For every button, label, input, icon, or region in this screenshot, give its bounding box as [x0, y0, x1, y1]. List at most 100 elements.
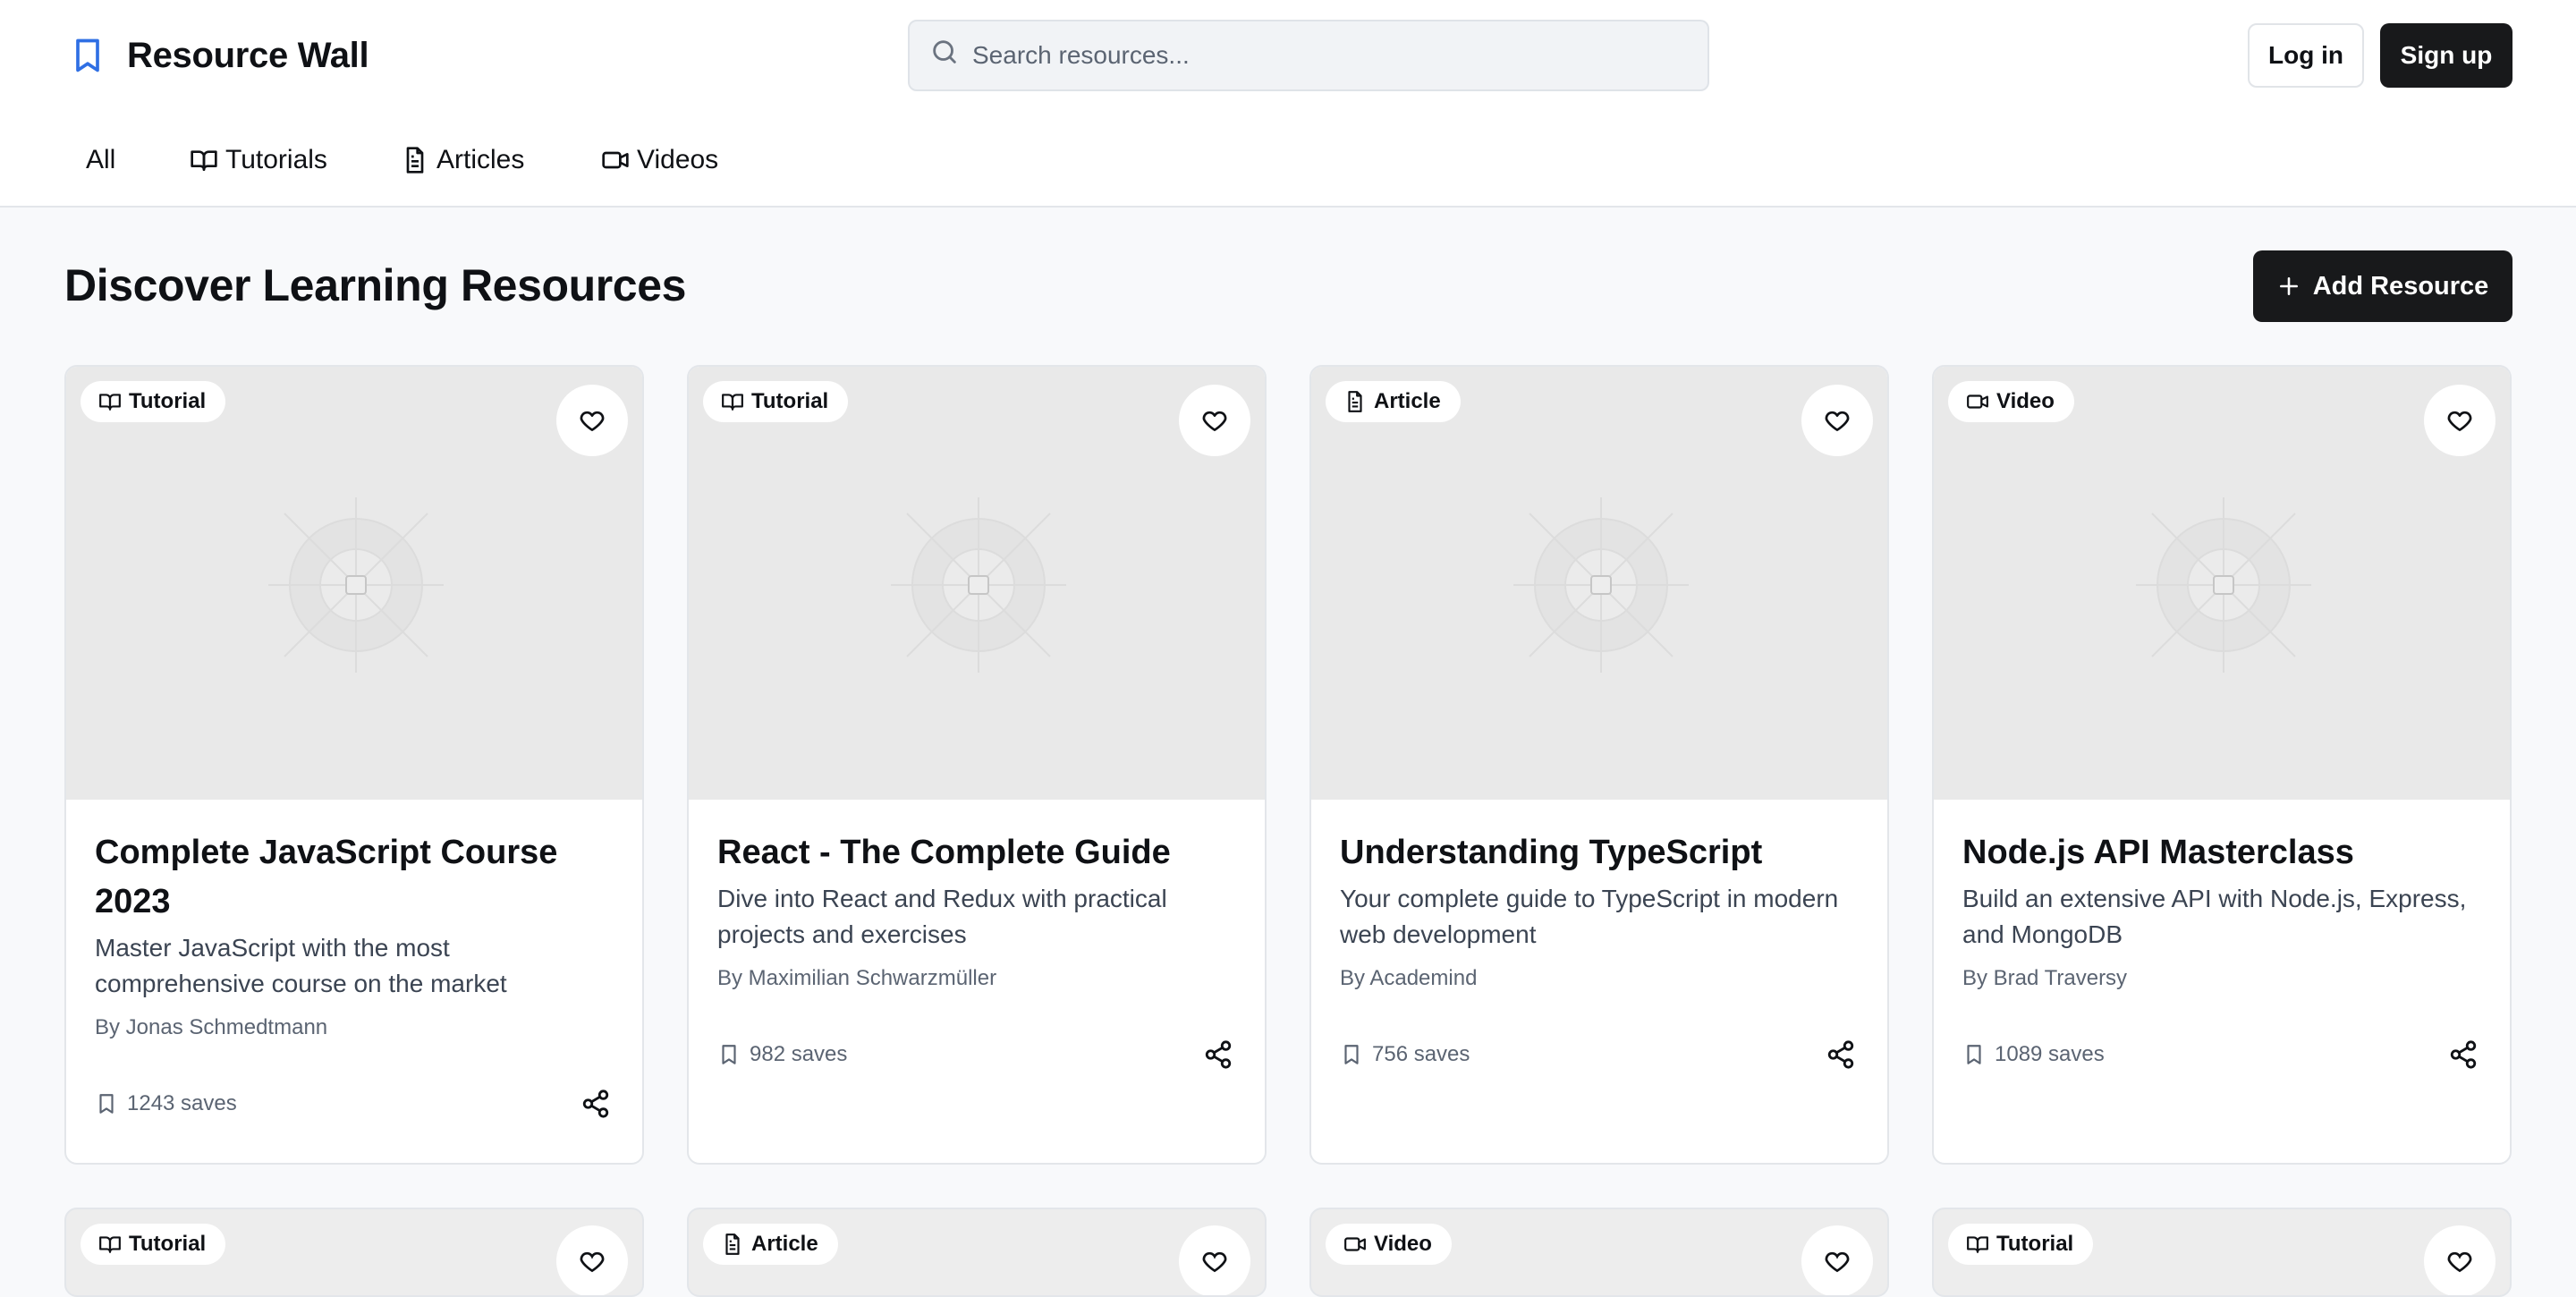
video-icon [602, 151, 629, 169]
card-description: Master JavaScript with the most comprehe… [95, 934, 507, 997]
card-title[interactable]: Node.js API Masterclass [1962, 828, 2481, 877]
heart-icon [2447, 411, 2472, 431]
type-badge: Tutorial [1948, 1224, 2094, 1265]
card-title[interactable]: Complete JavaScript Course 2023 [95, 828, 614, 927]
bookmark-icon [1344, 1045, 1359, 1064]
type-badge: Video [1948, 381, 2074, 422]
share-button[interactable] [1823, 1037, 1859, 1072]
card-body: Understanding TypeScript Your complete g… [1340, 828, 1859, 1072]
login-button[interactable]: Log in [2248, 23, 2364, 88]
save-count: 1089 saves [1962, 1042, 2105, 1067]
resource-card[interactable]: Video Node.js API Masterclass Build an e… [1932, 365, 2512, 1165]
favorite-button[interactable] [556, 1225, 628, 1295]
nav-item-all[interactable]: All [86, 138, 115, 182]
heart-icon [1202, 411, 1227, 431]
type-badge-label: Article [751, 1232, 818, 1256]
share-icon [1827, 1040, 1854, 1069]
resource-card[interactable]: Tutorial Complete JavaScript Course 2023… [64, 365, 644, 1165]
app-logo[interactable]: Resource Wall [68, 34, 369, 77]
card-title[interactable]: React - The Complete Guide [717, 828, 1236, 877]
card-thumbnail: Article [1311, 367, 1887, 800]
nav-item-label: Articles [436, 145, 525, 174]
type-badge-label: Tutorial [129, 389, 207, 413]
card-footer: 1089 saves [1962, 1037, 2481, 1072]
favorite-button[interactable] [556, 385, 628, 456]
card-description: Dive into React and Redux with practical… [717, 885, 1167, 948]
card-footer: 756 saves [1340, 1037, 1859, 1072]
favorite-button[interactable] [1179, 1225, 1250, 1295]
card-title[interactable]: Understanding TypeScript [1340, 828, 1859, 877]
card-author: By Maximilian Schwarzmüller [717, 966, 997, 990]
type-badge: Tutorial [80, 381, 226, 422]
card-body: Node.js API Masterclass Build an extensi… [1962, 828, 2481, 1072]
nav-item-tutorials[interactable]: Tutorials [190, 138, 327, 182]
bookmark-icon [1967, 1045, 1981, 1064]
type-badge: Article [703, 1224, 838, 1265]
card-body: Complete JavaScript Course 2023 Master J… [95, 828, 614, 1122]
favorite-button[interactable] [2424, 385, 2496, 456]
save-count-label: 982 saves [750, 1042, 848, 1066]
image-placeholder-icon [1513, 497, 1689, 673]
share-button[interactable] [2445, 1037, 2481, 1072]
type-badge: Tutorial [80, 1224, 226, 1265]
bookmark-logo-icon [76, 38, 99, 72]
nav-item-videos[interactable]: Videos [601, 138, 718, 182]
share-button[interactable] [578, 1086, 614, 1122]
type-badge: Tutorial [703, 381, 849, 422]
top-header: Resource Wall Log in Sign up [0, 0, 2576, 111]
image-placeholder-icon [2136, 497, 2311, 673]
search-input[interactable] [972, 41, 1688, 70]
search-box[interactable] [908, 20, 1709, 91]
add-resource-button[interactable]: Add Resource [2253, 250, 2512, 322]
share-icon [1205, 1040, 1232, 1069]
resource-card[interactable]: Video [1309, 1208, 1889, 1297]
resource-card[interactable]: Tutorial [64, 1208, 644, 1297]
signup-button[interactable]: Sign up [2380, 23, 2512, 88]
favorite-button[interactable] [1801, 1225, 1873, 1295]
app-title: Resource Wall [127, 35, 369, 75]
nav-item-label: Videos [637, 145, 719, 174]
save-count: 756 saves [1340, 1042, 1470, 1067]
share-icon [2450, 1040, 2477, 1069]
type-badge: Video [1326, 1224, 1452, 1265]
book-open-icon [722, 394, 743, 411]
card-footer: 982 saves [717, 1037, 1236, 1072]
favorite-button[interactable] [1179, 385, 1250, 456]
card-description: Build an extensive API with Node.js, Exp… [1962, 885, 2467, 948]
plus-icon [2279, 277, 2298, 295]
save-count: 1243 saves [95, 1091, 237, 1116]
save-count: 982 saves [717, 1042, 847, 1067]
nav-item-label: Tutorials [225, 145, 327, 174]
file-text-icon [1348, 391, 1362, 412]
book-open-icon [99, 1236, 121, 1253]
heart-icon [580, 411, 605, 431]
card-author: By Academind [1340, 966, 1478, 990]
resource-card[interactable]: Tutorial [1932, 1208, 2512, 1297]
add-resource-label: Add Resource [2312, 271, 2489, 301]
card-body: React - The Complete Guide Dive into Rea… [717, 828, 1236, 1072]
card-thumbnail: Video [1934, 367, 2510, 800]
favorite-button[interactable] [1801, 385, 1873, 456]
card-author: By Jonas Schmedtmann [95, 1015, 328, 1039]
category-nav: All Tutorials Articles Videos [0, 111, 2576, 208]
card-description: Your complete guide to TypeScript in mod… [1340, 885, 1839, 948]
card-footer: 1243 saves [95, 1086, 614, 1122]
type-badge: Article [1326, 381, 1461, 422]
image-placeholder-icon [268, 497, 444, 673]
resource-card[interactable]: Tutorial React - The Complete Guide Dive… [687, 365, 1267, 1165]
search-icon [933, 40, 956, 64]
type-badge-label: Tutorial [1996, 1232, 2074, 1256]
heart-icon [1202, 1251, 1227, 1273]
file-text-icon [725, 1233, 740, 1255]
heart-icon [580, 1251, 605, 1273]
resource-card[interactable]: Article [687, 1208, 1267, 1297]
page-title: Discover Learning Resources [64, 260, 687, 310]
favorite-button[interactable] [2424, 1225, 2496, 1295]
resource-card[interactable]: Article Understanding TypeScript Your co… [1309, 365, 1889, 1165]
image-placeholder-icon [891, 497, 1066, 673]
card-author: By Brad Traversy [1962, 966, 2128, 990]
heart-icon [2447, 1251, 2472, 1273]
book-open-icon [191, 150, 217, 171]
nav-item-articles[interactable]: Articles [401, 138, 524, 182]
share-button[interactable] [1200, 1037, 1236, 1072]
